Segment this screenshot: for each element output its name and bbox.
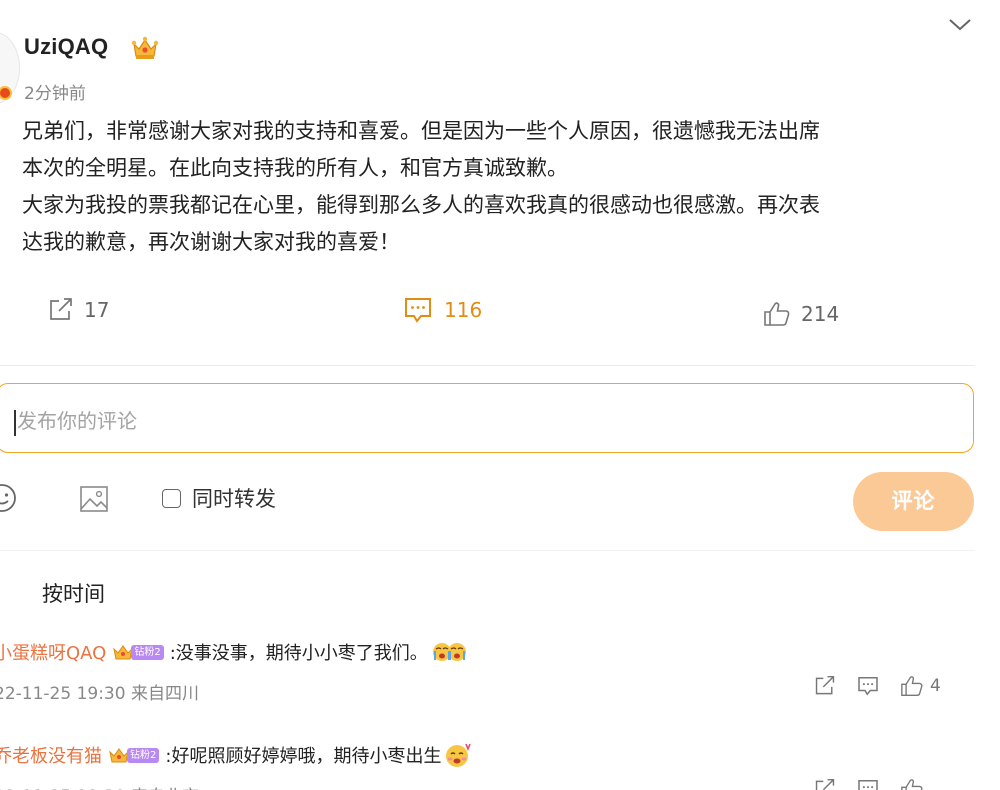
comment-placeholder: 发布你的评论 [17, 409, 137, 433]
repost-icon[interactable] [814, 675, 836, 697]
divider [0, 365, 975, 366]
comment-item: 乔老板没有猫 钻粉2 :好呢照顾好婷婷哦，期待小枣出生 [0, 741, 473, 769]
repost-icon[interactable] [814, 778, 836, 790]
repost-button[interactable]: 17 [48, 298, 109, 322]
submit-comment-button[interactable]: 评论 [853, 472, 974, 531]
sort-by-time[interactable]: 按时间 [42, 578, 105, 608]
comment-like-button[interactable] [900, 778, 930, 790]
post-timestamp: 2分钟前 [24, 84, 86, 104]
comment-icon [402, 296, 434, 324]
blush-emoji-icon [443, 741, 473, 769]
comment-actions: 4 [814, 675, 941, 697]
post-line: 兄弟们，非常感谢大家对我的支持和喜爱。但是因为一些个人原因，很遗憾我无法出席 [22, 119, 820, 143]
chevron-down-icon[interactable] [947, 17, 973, 33]
verified-badge-icon [0, 86, 12, 100]
post-line: 大家为我投的票我都记在心里，能得到那么多人的喜欢我真的很感动也很感激。再次表 [22, 193, 820, 217]
crying-emoji-icon [432, 638, 466, 666]
fan-badge: 钻粉2 [108, 745, 160, 765]
image-icon[interactable] [78, 483, 110, 515]
post-line: 本次的全明星。在此向支持我的所有人，和官方真诚致歉。 [22, 156, 568, 180]
fan-level-badge: 钻粉2 [127, 747, 160, 763]
fan-level-badge: 钻粉2 [131, 644, 164, 660]
fan-badge: 钻粉2 [112, 642, 164, 662]
like-icon [901, 676, 923, 696]
comment-button[interactable]: 116 [402, 296, 482, 324]
comment-username[interactable]: 乔老板没有猫 [0, 742, 102, 768]
repost-count: 17 [84, 298, 110, 322]
divider [0, 550, 975, 551]
like-count: 214 [801, 302, 840, 326]
comment-meta: 22-11-25 19:30 来自北京 [0, 782, 199, 790]
comment-item: 小蛋糕呀QAQ 钻粉2 :没事没事，期待小小枣了我们。 [0, 638, 466, 666]
like-icon [901, 779, 923, 790]
crown-icon [131, 35, 159, 61]
comment-meta: 22-11-25 19:30 来自四川 [0, 684, 199, 704]
comment-text: :好呢照顾好婷婷哦，期待小枣出生 [165, 746, 442, 767]
like-icon [763, 301, 791, 327]
comment-count: 116 [444, 298, 483, 322]
comment-icon[interactable] [856, 778, 880, 790]
repost-checkbox-label[interactable]: 同时转发 [192, 483, 276, 513]
comment-icon[interactable] [856, 675, 880, 697]
comment-username[interactable]: 小蛋糕呀QAQ [0, 639, 106, 665]
text-cursor [14, 410, 16, 436]
post-author-name[interactable]: UziQAQ [24, 34, 108, 60]
emoji-icon[interactable] [0, 482, 18, 514]
post-body: 兄弟们，非常感谢大家对我的支持和喜爱。但是因为一些个人原因，很遗憾我无法出席 本… [22, 113, 977, 261]
comment-like-button[interactable]: 4 [900, 675, 941, 697]
like-button[interactable]: 214 [763, 301, 839, 327]
repost-checkbox[interactable] [162, 489, 181, 508]
repost-icon [48, 298, 74, 322]
post-line: 达我的歉意，再次谢谢大家对我的喜爱！ [22, 230, 400, 254]
comment-like-count: 4 [930, 676, 941, 696]
comment-input[interactable] [0, 383, 974, 453]
comment-actions [814, 778, 930, 790]
comment-text: :没事没事，期待小小枣了我们。 [169, 643, 428, 664]
